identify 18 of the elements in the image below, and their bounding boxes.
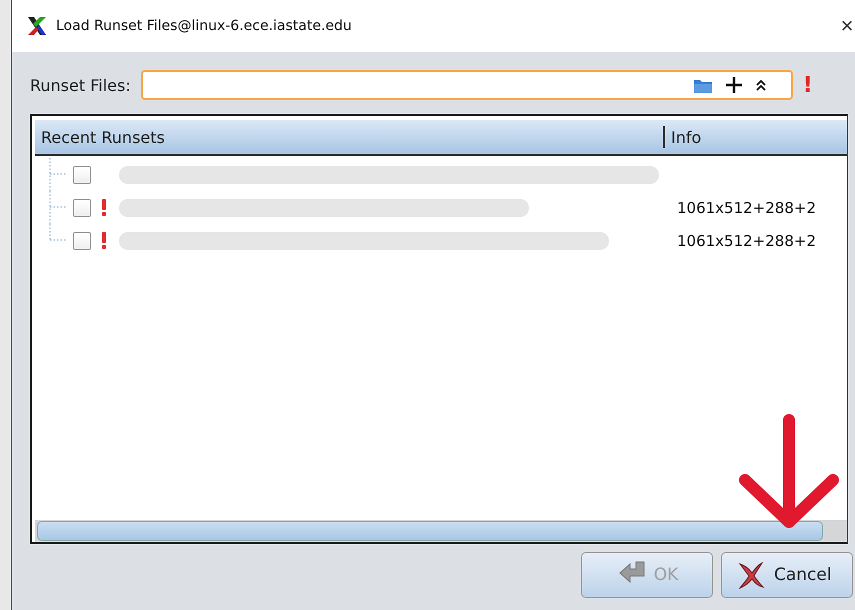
add-icon[interactable] (724, 76, 743, 94)
column-header[interactable]: Info (665, 120, 847, 154)
tree-connector-icon (47, 158, 67, 191)
runset-files-field[interactable] (140, 70, 793, 100)
checkbox[interactable] (73, 166, 91, 184)
checkbox[interactable] (73, 232, 91, 250)
cancel-button[interactable]: Cancel (721, 552, 853, 598)
table-cell: 1061x512+288+2 (677, 198, 816, 216)
cross-icon (736, 560, 766, 590)
close-button[interactable]: × (839, 13, 855, 39)
column-header[interactable]: Recent Runsets (35, 126, 665, 148)
field-label: Runset Files: (30, 76, 131, 94)
table-cell: 1061x512+288+2 (677, 232, 816, 250)
checkbox[interactable] (73, 198, 91, 216)
app-logo-icon (26, 15, 48, 37)
double-caret-icon[interactable] (754, 78, 767, 92)
window-title: Load Runset Files@linux-6.ece.iastate.edu (56, 18, 353, 34)
warning-mark: ! (802, 72, 813, 98)
